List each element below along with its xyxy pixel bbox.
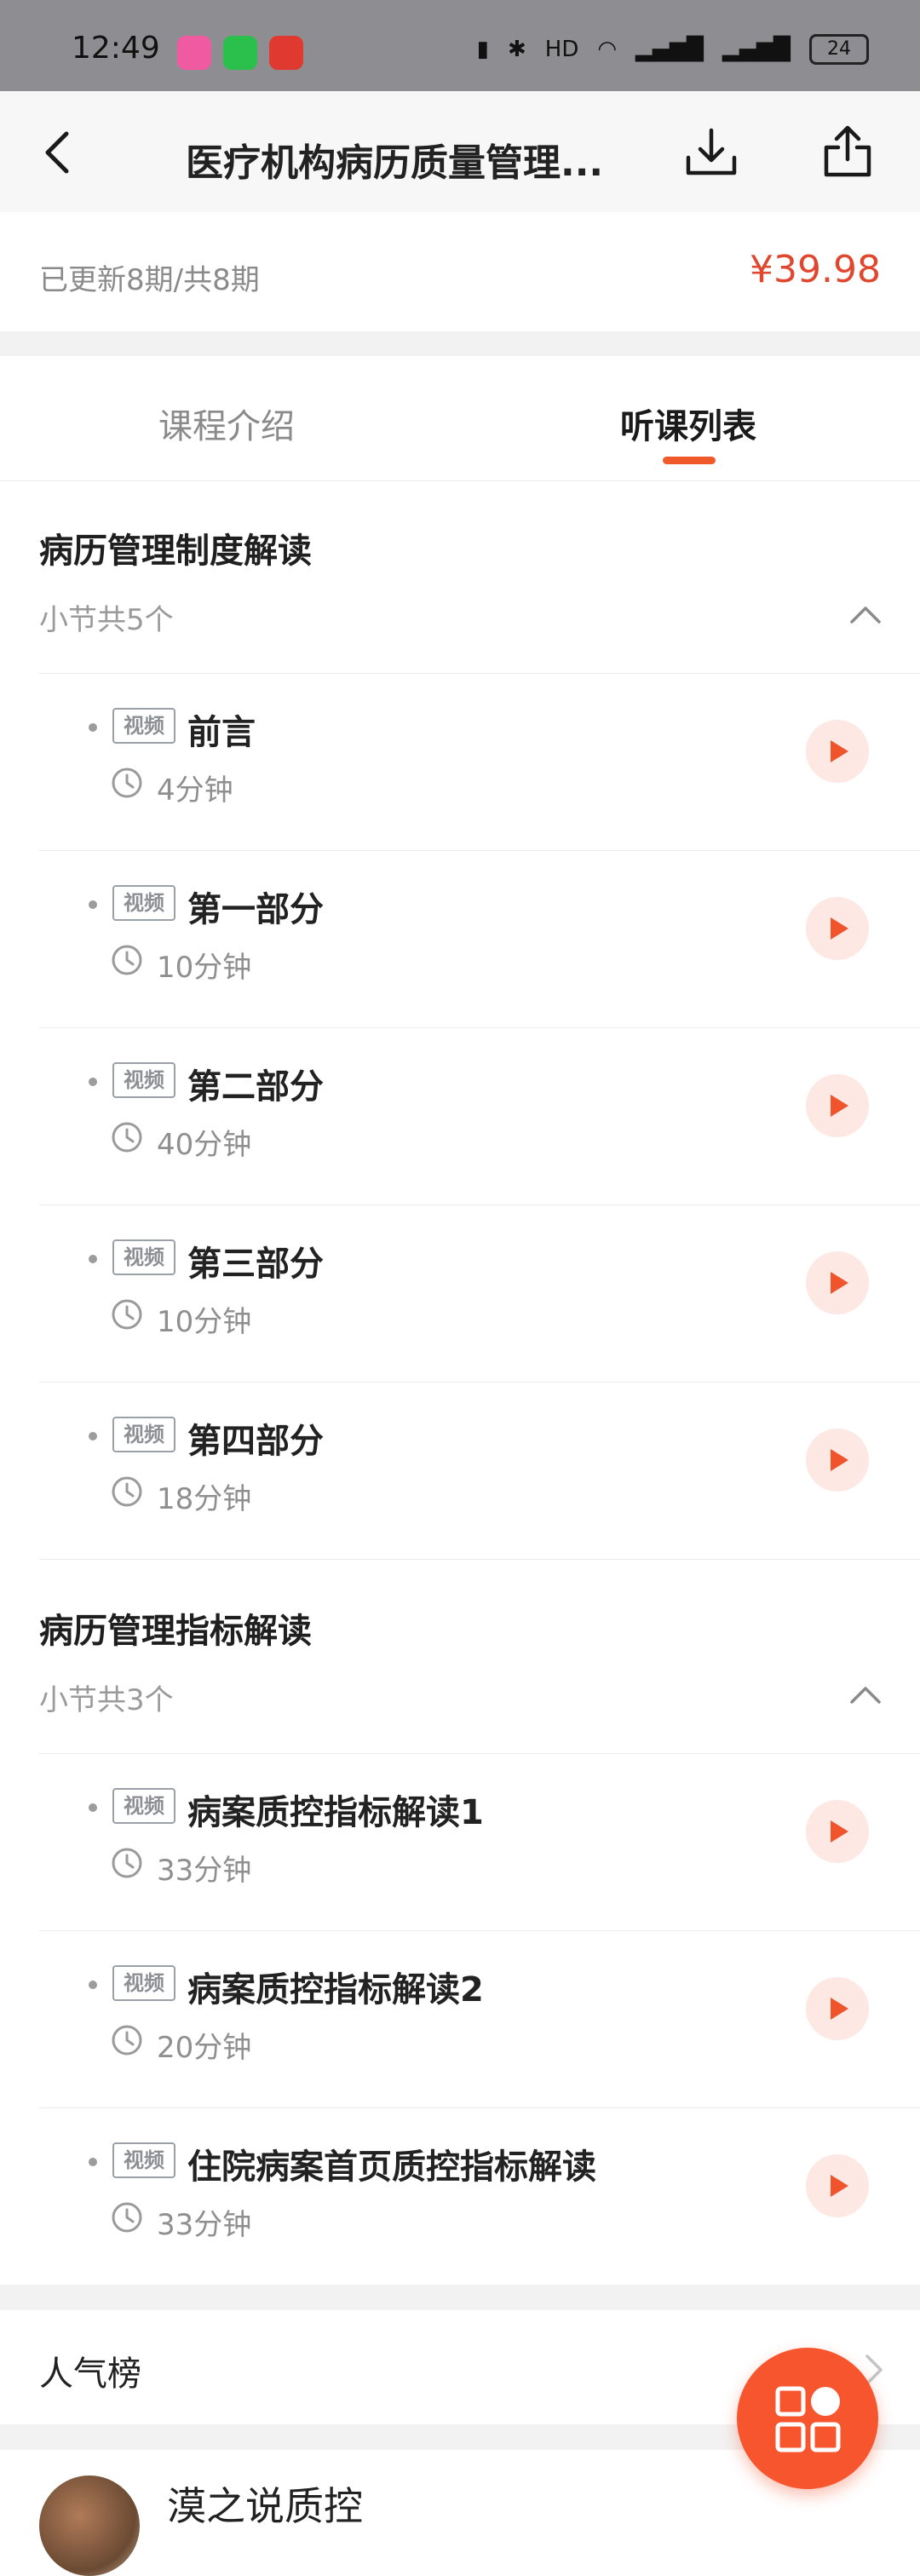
hd-icon: HD [544, 37, 579, 62]
video-tag: 视频 [112, 1965, 175, 2001]
lesson-duration: 40分钟 [157, 1128, 252, 1162]
course-price: ¥39.98 [750, 248, 881, 291]
play-icon[interactable] [806, 1800, 869, 1863]
lesson-duration: 18分钟 [157, 1482, 252, 1516]
video-tag: 视频 [112, 1062, 175, 1098]
lesson-duration: 10分钟 [157, 951, 252, 985]
divider [0, 2285, 920, 2310]
lesson-item[interactable]: 视频 病案质控指标解读1 33分钟 [39, 1753, 920, 1931]
clock-icon [112, 1848, 142, 1878]
message-notification-icon [223, 36, 257, 70]
status-bar: 12:49 ▮ ✱ HD ◠ ▂▄▆█ ▂▄▆█ 24 [0, 0, 920, 91]
share-icon[interactable] [818, 122, 877, 181]
chevron-up-icon[interactable] [848, 1683, 883, 1705]
video-tag: 视频 [112, 885, 175, 921]
lesson-title: 住院病案首页质控指标解读 [187, 2148, 596, 2187]
avatar[interactable] [39, 2475, 140, 2576]
tab-bar: 课程介绍 听课列表 [0, 356, 920, 481]
section-divider [39, 1559, 920, 1560]
lesson-duration: 10分钟 [157, 1305, 252, 1339]
update-progress: 已更新8期/共8期 [39, 263, 260, 297]
author-name: 漠之说质控 [167, 2483, 363, 2529]
tab-course-intro[interactable]: 课程介绍 [158, 399, 295, 448]
clock-icon [112, 2025, 142, 2056]
signal-icon-2: ▂▄▆█ [722, 37, 791, 62]
course-info-bar: 已更新8期/共8期 ¥39.98 [0, 212, 920, 331]
download-icon[interactable] [681, 124, 741, 183]
section-lesson-count: 小节共3个 [39, 1683, 174, 1717]
divider [0, 331, 920, 356]
clock-icon [112, 1299, 142, 1330]
active-tab-indicator [663, 457, 716, 464]
bullet-dot [89, 900, 97, 909]
lesson-duration: 33分钟 [157, 2208, 252, 2242]
bullet-dot [89, 2158, 97, 2166]
lesson-item[interactable]: 视频 第三部分 10分钟 [39, 1205, 920, 1383]
popular-label: 人气榜 [39, 2355, 141, 2394]
lesson-title: 第三部分 [187, 1245, 324, 1284]
signal-icon: ▂▄▆█ [635, 37, 704, 62]
lesson-item[interactable]: 视频 前言 4分钟 [39, 673, 920, 851]
bullet-dot [89, 1432, 97, 1440]
lesson-title: 第一部分 [187, 890, 324, 929]
lesson-duration: 20分钟 [157, 2031, 252, 2065]
clock-icon [112, 945, 142, 975]
clock-icon [112, 768, 142, 798]
play-icon[interactable] [806, 720, 869, 783]
lesson-title: 第二部分 [187, 1067, 324, 1107]
lesson-item[interactable]: 视频 第四部分 18分钟 [39, 1382, 920, 1560]
lesson-title: 病案质控指标解读1 [187, 1793, 484, 1832]
lesson-item[interactable]: 视频 病案质控指标解读2 20分钟 [39, 1930, 920, 2108]
app-notification-icon [177, 36, 211, 70]
system-status-icons: ▮ ✱ HD ◠ ▂▄▆█ ▂▄▆█ 24 [477, 34, 869, 65]
play-icon[interactable] [806, 2154, 869, 2217]
video-tag: 视频 [112, 708, 175, 744]
clock-icon [112, 1476, 142, 1507]
lesson-duration: 33分钟 [157, 1854, 252, 1888]
floating-menu-button[interactable] [737, 2348, 878, 2489]
video-tag: 视频 [112, 1239, 175, 1275]
lesson-title: 前言 [187, 713, 256, 752]
page-title: 医疗机构病历质量管理... [186, 141, 604, 185]
chevron-up-icon[interactable] [848, 603, 883, 625]
clock-icon [112, 2202, 142, 2233]
status-time: 12:49 [72, 31, 160, 66]
back-arrow-icon[interactable] [34, 127, 85, 178]
bluetooth-icon: ✱ [507, 37, 526, 62]
bullet-dot [89, 1803, 97, 1812]
lesson-title: 第四部分 [187, 1422, 324, 1461]
bullet-dot [89, 723, 97, 732]
nav-bar: 医疗机构病历质量管理... [0, 91, 920, 213]
bullet-dot [89, 1078, 97, 1086]
vibrate-icon: ▮ [476, 37, 489, 62]
bullet-dot [89, 1981, 97, 1989]
section-lesson-count: 小节共5个 [39, 603, 174, 637]
battery-icon: 24 [809, 34, 869, 65]
lesson-duration: 4分钟 [157, 773, 233, 808]
section-title: 病历管理制度解读 [39, 532, 312, 571]
video-tag: 视频 [112, 1788, 175, 1824]
bullet-dot [89, 1255, 97, 1263]
play-icon[interactable] [806, 1251, 869, 1314]
play-icon[interactable] [806, 897, 869, 960]
wifi-icon: ◠ [597, 37, 618, 62]
lesson-item[interactable]: 视频 住院病案首页质控指标解读 33分钟 [39, 2107, 920, 2286]
lesson-item[interactable]: 视频 第一部分 10分钟 [39, 850, 920, 1028]
calendar-notification-icon [269, 36, 303, 70]
section-title: 病历管理指标解读 [39, 1612, 312, 1651]
video-tag: 视频 [112, 2142, 175, 2178]
tab-lesson-list[interactable]: 听课列表 [620, 399, 756, 448]
lesson-title: 病案质控指标解读2 [187, 1970, 484, 2010]
play-icon[interactable] [806, 1429, 869, 1492]
play-icon[interactable] [806, 1074, 869, 1137]
clock-icon [112, 1122, 142, 1153]
grid-menu-icon [775, 2386, 841, 2452]
video-tag: 视频 [112, 1417, 175, 1452]
play-icon[interactable] [806, 1977, 869, 2040]
lesson-item[interactable]: 视频 第二部分 40分钟 [39, 1027, 920, 1205]
notification-icons [177, 36, 303, 70]
